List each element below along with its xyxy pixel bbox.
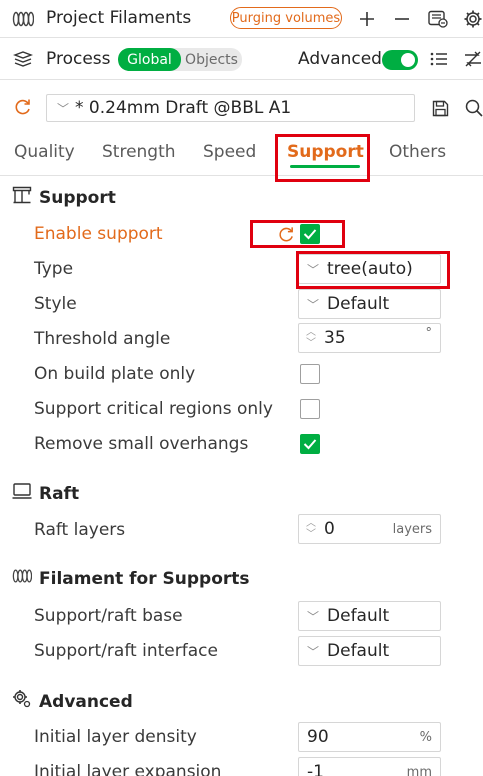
support-section-title: Support	[12, 186, 116, 209]
process-preset-dropdown[interactable]: ﹀ * 0.24mm Draft @BBL A1	[46, 94, 415, 122]
remove-overhangs-label: Remove small overhangs	[34, 434, 249, 454]
raft-icon	[12, 482, 32, 505]
raft-layers-unit: layers	[392, 521, 432, 537]
project-filaments-bar: Project Filaments Purging volumes	[0, 0, 483, 38]
save-icon[interactable]	[429, 97, 451, 119]
objects-tab[interactable]: Objects	[181, 48, 242, 71]
threshold-angle-value: 35	[324, 328, 346, 348]
advanced-toggle[interactable]	[382, 50, 418, 70]
chevron-down-icon: ﹀	[307, 644, 320, 659]
advanced-label: Advanced	[298, 49, 382, 69]
initial-layer-density-unit: %	[419, 729, 432, 745]
support-raft-base-label: Support/raft base	[34, 606, 183, 626]
reset-enable-support-icon[interactable]	[276, 224, 296, 244]
raft-section-title: Raft	[12, 482, 79, 505]
filament-supports-section-title: Filament for Supports	[12, 568, 250, 589]
settings-tabs: Quality Strength Speed Support Others	[0, 134, 483, 182]
type-label: Type	[34, 259, 74, 279]
enable-support-checkbox[interactable]	[300, 224, 320, 244]
initial-layer-density-value: 90	[307, 727, 329, 747]
style-label: Style	[34, 294, 77, 314]
list-icon[interactable]	[428, 48, 450, 70]
layers-icon	[12, 49, 34, 69]
critical-regions-checkbox[interactable]	[300, 399, 320, 419]
add-icon[interactable]	[356, 8, 378, 30]
stepper-arrows-icon[interactable]: ︿ ﹀	[302, 518, 320, 540]
support-raft-interface-value: Default	[327, 641, 390, 661]
filament-icon	[12, 9, 34, 29]
reset-icon[interactable]	[12, 96, 34, 118]
initial-layer-expansion-unit: mm	[406, 764, 432, 776]
tab-quality[interactable]: Quality	[14, 142, 75, 162]
process-bar: Process Global Objects Advanced	[0, 38, 483, 80]
tab-strength[interactable]: Strength	[102, 142, 176, 162]
tab-others[interactable]: Others	[389, 142, 446, 162]
purging-volumes-button[interactable]: Purging volumes	[230, 7, 342, 29]
project-filaments-title: Project Filaments	[46, 8, 192, 28]
support-type-highlight	[296, 251, 450, 289]
enable-support-label: Enable support	[34, 224, 163, 244]
threshold-angle-unit: °	[425, 326, 433, 341]
advanced-section-title: Advanced	[12, 689, 133, 714]
filament-icon	[12, 568, 33, 589]
tab-speed[interactable]: Speed	[203, 142, 256, 162]
on-build-plate-checkbox[interactable]	[300, 364, 320, 384]
chevron-down-icon: ﹀	[307, 609, 320, 624]
threshold-angle-label: Threshold angle	[34, 329, 171, 349]
initial-layer-density-field[interactable]: 90 %	[298, 722, 441, 752]
chevron-down-icon: ﹀	[307, 297, 320, 312]
support-style-dropdown[interactable]: ﹀ Default	[298, 289, 441, 319]
support-style-value: Default	[327, 294, 390, 314]
compare-icon[interactable]	[462, 48, 483, 70]
remove-overhangs-checkbox[interactable]	[300, 434, 320, 454]
chevron-down-icon: ﹀	[57, 101, 70, 116]
gear-icon[interactable]	[462, 8, 483, 30]
stepper-arrows-icon[interactable]: ︿ ﹀	[302, 327, 320, 349]
sync-ams-icon[interactable]	[426, 8, 450, 30]
remove-icon[interactable]	[391, 8, 413, 30]
preset-value: * 0.24mm Draft @BBL A1	[75, 98, 292, 118]
global-tab[interactable]: Global	[118, 48, 181, 71]
support-raft-base-value: Default	[327, 606, 390, 626]
tab-support-highlight	[275, 134, 370, 182]
raft-layers-value: 0	[324, 519, 335, 539]
raft-layers-spinner[interactable]: ︿ ﹀ 0 layers	[298, 514, 441, 544]
search-icon[interactable]	[463, 97, 483, 119]
raft-layers-label: Raft layers	[34, 520, 126, 540]
support-icon	[12, 186, 32, 209]
enable-support-highlight	[250, 220, 345, 248]
global-objects-switch[interactable]: Global Objects	[118, 48, 242, 71]
support-raft-interface-label: Support/raft interface	[34, 641, 218, 661]
advanced-gear-icon	[12, 689, 32, 714]
initial-layer-expansion-value: -1	[307, 762, 324, 776]
process-title: Process	[46, 49, 111, 69]
initial-layer-density-label: Initial layer density	[34, 727, 197, 747]
initial-layer-expansion-field[interactable]: -1 mm	[298, 757, 441, 776]
support-raft-base-dropdown[interactable]: ﹀ Default	[298, 601, 441, 631]
initial-layer-expansion-label: Initial layer expansion	[34, 762, 222, 776]
threshold-angle-spinner[interactable]: ︿ ﹀ 35 °	[298, 323, 441, 353]
support-raft-interface-dropdown[interactable]: ﹀ Default	[298, 636, 441, 666]
on-build-plate-label: On build plate only	[34, 364, 196, 384]
critical-regions-label: Support critical regions only	[34, 399, 273, 419]
